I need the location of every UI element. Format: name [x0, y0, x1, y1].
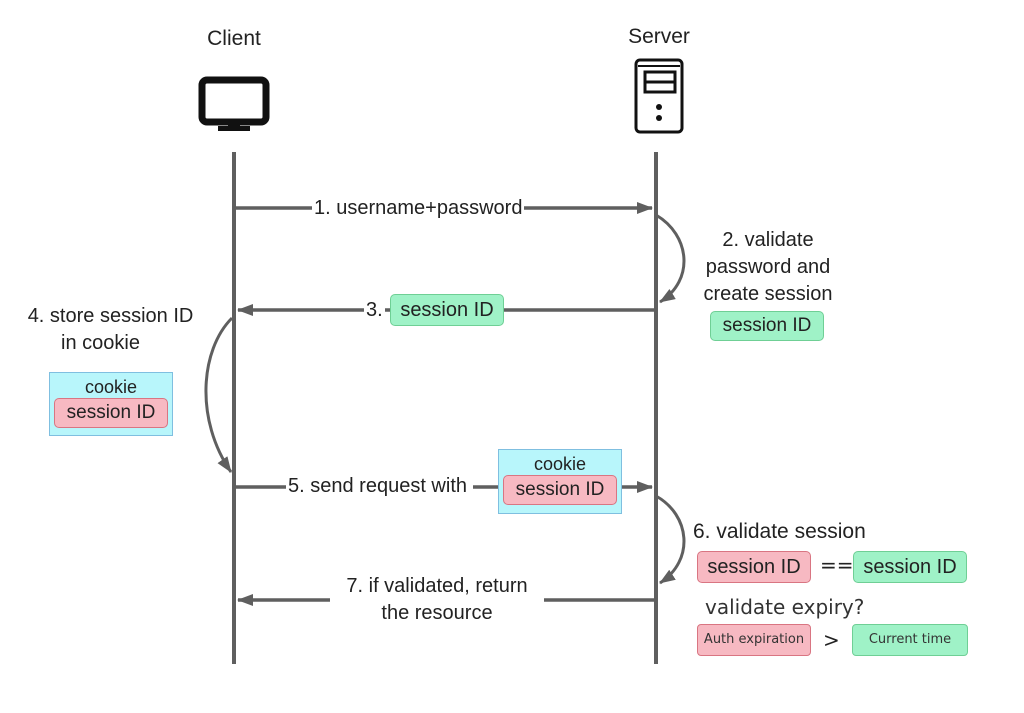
step2-curve	[655, 213, 686, 304]
step7-line1: 7. if validated, return	[346, 575, 528, 597]
monitor-icon	[198, 76, 270, 131]
step4-line1: 4. store session ID	[27, 305, 194, 327]
step5-cookie-title: cookie	[533, 454, 587, 474]
step2-line2: password and	[705, 256, 831, 278]
step3-session-id-token: session ID	[390, 294, 504, 326]
step4-line2: in cookie	[61, 332, 140, 354]
step4-cookie-title: cookie	[84, 377, 138, 397]
step7-text: 7. if validated, return the resource	[330, 573, 544, 627]
step6-equals-operator: ==	[820, 553, 854, 577]
step6-curve	[655, 494, 686, 585]
step5-cookie-box: cookie session ID	[498, 449, 622, 514]
step2-line3: create session	[703, 283, 833, 305]
step2-session-id-token: session ID	[710, 311, 824, 341]
step5-label: 5. send request with	[286, 474, 473, 498]
step6-server-session-id: session ID	[853, 551, 967, 583]
step6-client-session-id: session ID	[697, 551, 811, 583]
step2-text: 2. validate password and create session	[688, 227, 848, 308]
step4-cookie-box: cookie session ID	[49, 372, 173, 436]
step2-line1: 2. validate	[722, 229, 814, 251]
step4-text: 4. store session ID in cookie	[8, 303, 213, 357]
step7-line2: the resource	[381, 602, 493, 624]
step6-label: 6. validate session	[693, 519, 866, 545]
step3-prefix: 3.	[364, 298, 385, 322]
step6-expiry-label: validate expiry?	[705, 595, 865, 619]
server-label: Server	[628, 25, 690, 48]
client-label: Client	[207, 27, 261, 50]
step5-session-id-token: session ID	[503, 475, 617, 505]
step6-current-time: Current time	[852, 624, 968, 656]
step6-auth-expiration: Auth expiration	[697, 624, 811, 656]
step4-session-id-token: session ID	[54, 398, 168, 428]
step1-label: 1. username+password	[312, 196, 525, 220]
server-tower-icon	[634, 58, 684, 134]
step6-greater-than-operator: >	[823, 628, 840, 652]
